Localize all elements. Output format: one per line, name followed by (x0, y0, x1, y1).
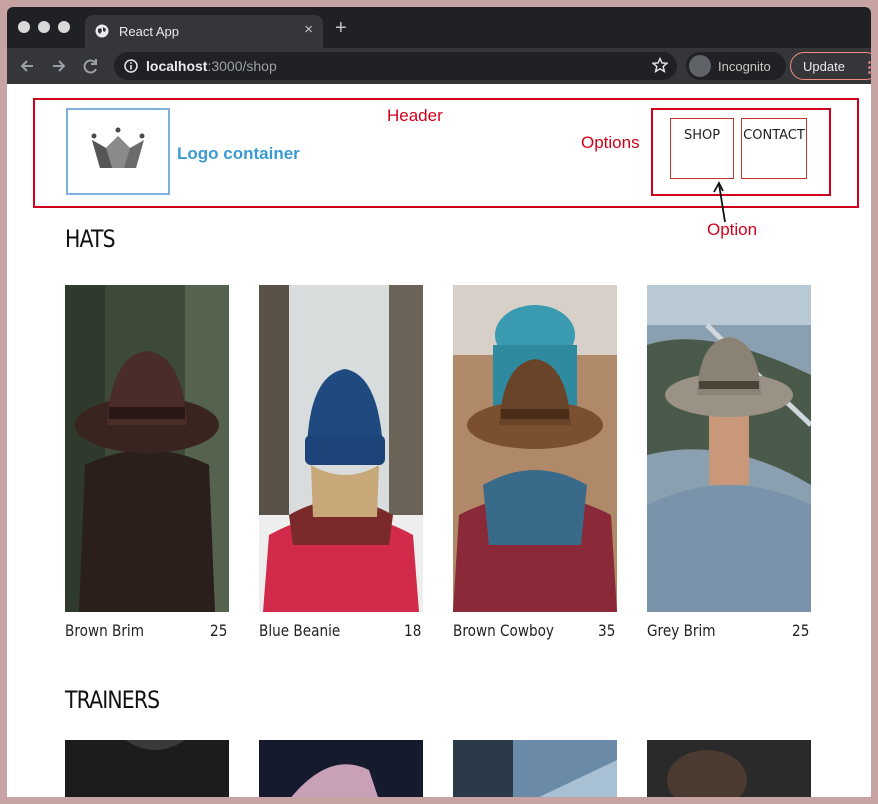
incognito-icon (689, 55, 711, 77)
tab-close-icon[interactable]: × (304, 21, 313, 38)
product-price: 18 (403, 621, 421, 640)
trainer-photo (65, 740, 229, 797)
new-tab-button[interactable]: + (335, 17, 347, 40)
tab-title: React App (119, 24, 179, 39)
address-bar[interactable]: localhost:3000/shop (114, 52, 677, 80)
trainer-photo (259, 740, 423, 797)
logo-container[interactable] (66, 108, 170, 195)
info-icon[interactable] (124, 59, 138, 73)
trainer-photo (453, 740, 617, 797)
browser-toolbar: localhost:3000/shop Incognito Update ⋮ (7, 48, 871, 84)
url-text: localhost:3000/shop (146, 58, 277, 74)
globe-icon (95, 24, 109, 38)
product-name: Grey Brim (647, 621, 716, 640)
tab-strip: React App × + (7, 7, 871, 48)
blue-beanie-photo (259, 285, 423, 612)
section-title-trainers[interactable]: TRAINERS (65, 686, 160, 714)
brown-cowboy-photo (453, 285, 617, 612)
product-name: Blue Beanie (259, 621, 341, 640)
nav-option-shop[interactable]: SHOP (670, 118, 734, 179)
back-arrow-icon[interactable] (17, 56, 37, 76)
menu-dots-icon[interactable]: ⋮ (862, 58, 871, 76)
product-name: Brown Cowboy (453, 621, 554, 640)
nav-option-contact[interactable]: CONTACT (741, 118, 807, 179)
product-image[interactable] (647, 740, 811, 797)
incognito-label: Incognito (718, 59, 771, 74)
page-content: Header Logo container Options SHOP CONTA… (7, 84, 871, 797)
brown-brim-photo (65, 285, 229, 612)
product-image[interactable] (647, 285, 811, 612)
product-image[interactable] (65, 740, 229, 797)
product-price: 25 (791, 621, 809, 640)
crown-logo-icon (91, 127, 145, 168)
window-controls (18, 21, 70, 33)
incognito-indicator[interactable]: Incognito (686, 52, 786, 80)
close-window-button[interactable] (18, 21, 30, 33)
product-image[interactable] (65, 285, 229, 612)
section-title-hats[interactable]: HATS (65, 225, 116, 253)
bookmark-star-icon[interactable] (652, 57, 668, 73)
product-image[interactable] (259, 740, 423, 797)
forward-arrow-icon[interactable] (49, 56, 69, 76)
annotation-arrow-icon (713, 181, 726, 223)
header-annotation-label: Header (387, 106, 443, 125)
product-image[interactable] (259, 285, 423, 612)
product-image[interactable] (453, 285, 617, 612)
product-image[interactable] (453, 740, 617, 797)
product-name: Brown Brim (65, 621, 144, 640)
reload-icon[interactable] (81, 56, 101, 76)
product-price: 25 (209, 621, 227, 640)
options-annotation-label: Options (581, 133, 640, 152)
option-annotation-label: Option (707, 220, 758, 239)
trainer-photo (647, 740, 811, 797)
grey-brim-photo (647, 285, 811, 612)
minimize-window-button[interactable] (38, 21, 50, 33)
product-price: 35 (597, 621, 615, 640)
update-button[interactable]: Update ⋮ (790, 52, 871, 80)
update-label: Update (803, 59, 845, 74)
tab-react-app[interactable]: React App × (85, 15, 323, 48)
logo-container-label: Logo container (177, 144, 300, 163)
browser-window: React App × + localhost:3000/shop Incogn… (7, 7, 871, 797)
maximize-window-button[interactable] (58, 21, 70, 33)
